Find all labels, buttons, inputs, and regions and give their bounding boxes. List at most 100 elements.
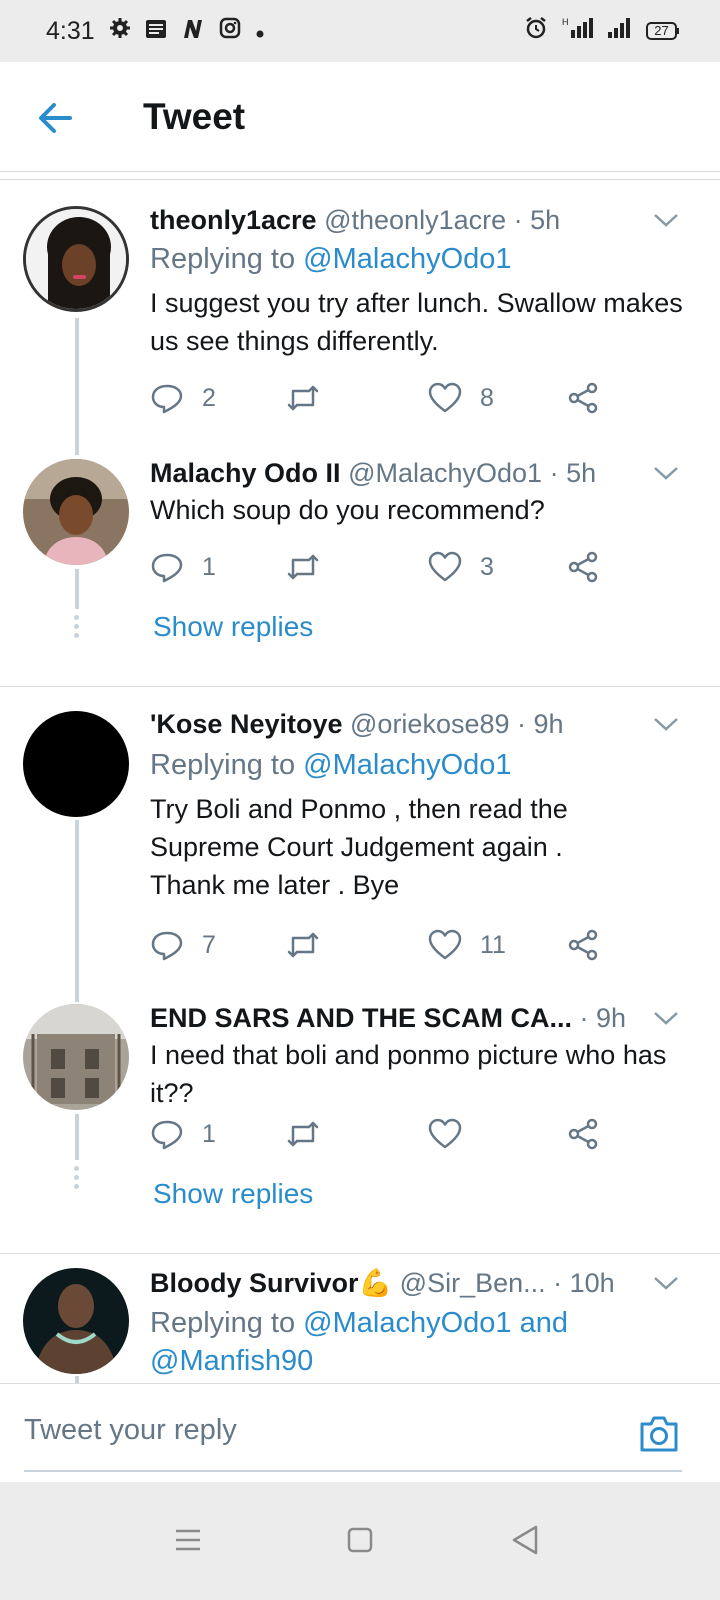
news-icon xyxy=(145,17,167,46)
heart-icon xyxy=(428,929,462,960)
tweet-header: theonly1acre @theonly1acre · 5h xyxy=(150,202,644,238)
share-icon xyxy=(568,929,598,961)
share-button[interactable] xyxy=(566,925,600,965)
tweet-text: Which soup do you recommend? xyxy=(150,495,545,525)
page-title: Tweet xyxy=(143,96,246,137)
reply-icon xyxy=(151,553,183,583)
retweet-icon xyxy=(287,385,319,411)
share-button[interactable] xyxy=(566,547,600,587)
back-arrow-icon[interactable] xyxy=(36,98,76,138)
avatar[interactable] xyxy=(23,711,129,817)
share-button[interactable] xyxy=(566,1114,600,1154)
avatar[interactable] xyxy=(23,459,129,565)
thread-dots xyxy=(74,615,80,642)
like-button[interactable] xyxy=(428,1114,480,1154)
display-name[interactable]: END SARS AND THE SCAM CA... xyxy=(150,1003,572,1033)
mention-link[interactable]: @MalachyOdo1 xyxy=(303,749,511,781)
chevron-down-icon[interactable] xyxy=(652,710,680,738)
retweet-icon xyxy=(287,1121,319,1147)
like-button[interactable]: 8 xyxy=(428,378,494,418)
thread-line xyxy=(75,820,79,1002)
input-underline xyxy=(24,1470,682,1472)
reply-button[interactable]: 1 xyxy=(150,1114,216,1154)
camera-icon[interactable] xyxy=(638,1414,680,1454)
tweet-actions: 1 xyxy=(150,1114,610,1154)
chevron-down-icon[interactable] xyxy=(652,1269,680,1297)
app-bar: Tweet xyxy=(0,62,720,172)
display-name[interactable]: 'Kose Neyitoye xyxy=(150,709,343,739)
chevron-down-icon[interactable] xyxy=(652,1004,680,1032)
mention-link[interactable]: @MalachyOdo1 and xyxy=(303,1307,568,1339)
replying-to: Replying to @MalachyOdo1 xyxy=(150,240,512,278)
show-replies-link[interactable]: Show replies xyxy=(153,611,313,643)
display-name[interactable]: theonly1acre xyxy=(150,205,317,235)
share-icon xyxy=(568,1118,598,1150)
chevron-down-icon[interactable] xyxy=(652,206,680,234)
replying-label: Replying to xyxy=(150,1307,304,1339)
show-replies-link[interactable]: Show replies xyxy=(153,1178,313,1210)
tweet-header: Bloody Survivor💪 @Sir_Ben... · 10h xyxy=(150,1268,644,1301)
tweet-header: END SARS AND THE SCAM CA... · 9h xyxy=(150,1000,644,1036)
home-icon[interactable] xyxy=(342,1522,378,1558)
reply-button[interactable]: 1 xyxy=(150,547,216,587)
user-handle[interactable]: @MalachyOdo1 xyxy=(348,458,542,488)
status-bar: 4:31 H 27 xyxy=(0,0,720,62)
share-button[interactable] xyxy=(566,378,600,418)
tweet-actions: 2 8 xyxy=(150,378,610,418)
retweet-button[interactable] xyxy=(286,547,338,587)
tweet[interactable]: END SARS AND THE SCAM CA... · 9h I need … xyxy=(0,1000,720,1240)
display-name[interactable]: Malachy Odo II xyxy=(150,458,341,488)
user-handle[interactable]: @Sir_Ben... xyxy=(400,1268,546,1298)
reply-button[interactable]: 2 xyxy=(150,378,216,418)
replying-label: Replying to xyxy=(150,243,304,275)
reply-count: 1 xyxy=(202,552,216,581)
retweet-button[interactable] xyxy=(286,378,338,418)
avatar[interactable] xyxy=(23,1268,129,1374)
menu-icon[interactable] xyxy=(170,1522,206,1558)
heart-icon xyxy=(428,382,462,413)
mention-link[interactable]: @Manfish90 xyxy=(150,1345,313,1377)
status-time: 4:31 xyxy=(46,16,95,45)
svg-text:H: H xyxy=(562,17,569,27)
system-nav-bar xyxy=(0,1482,720,1600)
reply-count: 2 xyxy=(202,383,216,412)
tweet-time: · 9h xyxy=(579,1003,627,1033)
like-count: 3 xyxy=(480,552,494,581)
thread-line xyxy=(75,318,79,455)
user-handle[interactable]: @theonly1acre xyxy=(324,205,506,235)
tweet-actions: 1 3 xyxy=(150,547,610,587)
instagram-icon xyxy=(219,17,241,46)
retweet-button[interactable] xyxy=(286,1114,338,1154)
back-icon[interactable] xyxy=(508,1522,544,1558)
thread-line xyxy=(75,1114,79,1160)
thread-dots xyxy=(74,1166,80,1193)
tweet[interactable]: 'Kose Neyitoye @oriekose89 · 9h Replying… xyxy=(0,700,720,1002)
reply-icon xyxy=(151,931,183,961)
tweet-time: · 5h xyxy=(513,205,561,235)
avatar[interactable] xyxy=(23,206,129,312)
user-handle[interactable]: @oriekose89 xyxy=(350,709,510,739)
like-button[interactable]: 11 xyxy=(428,925,506,965)
n-app-icon xyxy=(181,17,205,46)
tweet-text: Try Boli and Ponmo , then read the Supre… xyxy=(150,794,568,900)
tweet[interactable]: theonly1acre @theonly1acre · 5h Replying… xyxy=(0,190,720,455)
retweet-button[interactable] xyxy=(286,925,338,965)
like-button[interactable]: 3 xyxy=(428,547,494,587)
reply-composer: Tweet your reply xyxy=(0,1383,720,1481)
display-name[interactable]: Bloody Survivor💪 xyxy=(150,1268,392,1298)
thread-line xyxy=(75,569,79,609)
dot-icon xyxy=(255,17,265,46)
battery-level: 27 xyxy=(654,23,669,38)
avatar[interactable] xyxy=(23,1004,129,1110)
reply-button[interactable]: 7 xyxy=(150,925,216,965)
tweet[interactable]: Malachy Odo II @MalachyOdo1 · 5h Which s… xyxy=(0,455,720,673)
reply-icon xyxy=(151,384,183,414)
mention-link[interactable]: @MalachyOdo1 xyxy=(303,243,511,275)
tweet-time: · 9h xyxy=(517,709,564,739)
alarm-icon xyxy=(524,16,548,47)
tweet-text: I need that boli and ponmo picture who h… xyxy=(150,1040,667,1108)
signal-icon: H xyxy=(560,16,594,47)
chevron-down-icon[interactable] xyxy=(652,459,680,487)
tweet[interactable]: Bloody Survivor💪 @Sir_Ben... · 10h Reply… xyxy=(0,1268,720,1383)
reply-input[interactable]: Tweet your reply xyxy=(24,1414,237,1447)
